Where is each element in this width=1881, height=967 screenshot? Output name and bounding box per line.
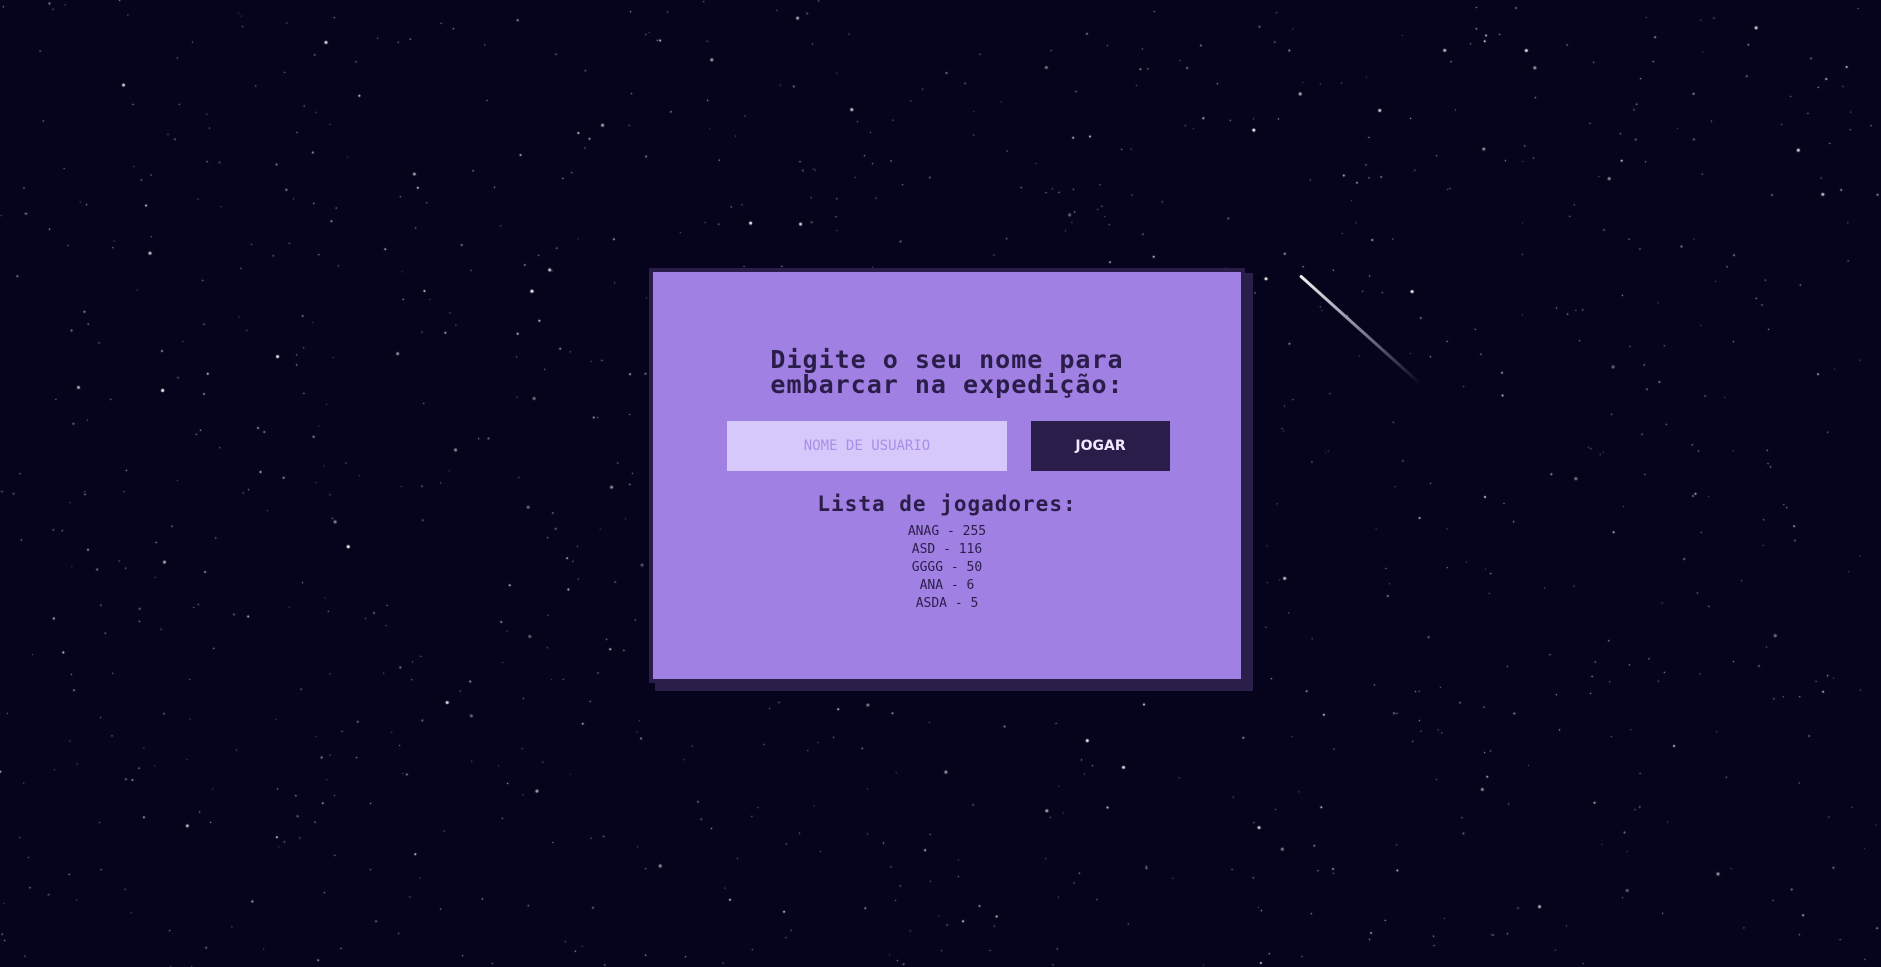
prompt-title-line2: embarcar na expedição: <box>770 370 1124 399</box>
players-list-heading: Lista de jogadores: <box>817 492 1077 516</box>
login-panel: Digite o seu nome para embarcar na exped… <box>649 268 1245 683</box>
username-input[interactable] <box>727 421 1007 471</box>
player-entry: ANA - 6 <box>919 578 975 593</box>
play-button[interactable]: JOGAR <box>1031 421 1170 471</box>
player-entry: ASD - 116 <box>911 542 983 557</box>
login-form: JOGAR <box>727 421 1171 471</box>
player-entry: ASDA - 5 <box>915 596 979 611</box>
players-list: ANAG - 255 ASD - 116 GGGG - 50 ANA - 6 A… <box>653 523 1241 613</box>
player-entry: GGGG - 50 <box>911 560 983 575</box>
player-entry: ANAG - 255 <box>907 524 987 539</box>
prompt-title: Digite o seu nome para embarcar na exped… <box>653 347 1241 397</box>
